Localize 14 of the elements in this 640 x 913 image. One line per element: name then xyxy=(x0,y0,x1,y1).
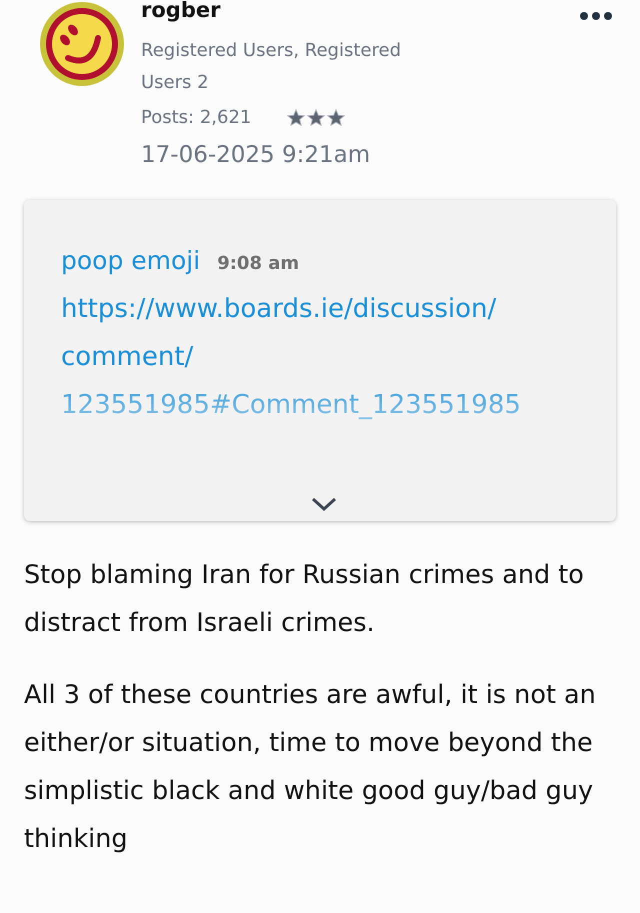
quote-author-link[interactable]: poop emoji xyxy=(61,246,200,275)
post-date[interactable]: 17-06-2025 9:21am xyxy=(141,142,559,168)
username[interactable]: rogber xyxy=(141,0,559,21)
post-paragraph: Stop blaming Iran for Russian crimes and to distract from Israeli crimes. xyxy=(24,559,585,640)
avatar-icon[interactable] xyxy=(40,2,124,86)
post-count: Posts: 2,621 xyxy=(141,107,252,128)
star-icon xyxy=(307,108,326,126)
star-icon xyxy=(287,108,306,126)
chevron-down-icon[interactable] xyxy=(310,497,336,511)
star-icon xyxy=(327,108,346,126)
post-paragraph: All 3 of these countries are awful, it is not an either/or situation, time to move beyond the simplistic black and white good guy/bad guy thinking xyxy=(24,679,597,856)
user-roles: Registered Users, Registered Users 2 xyxy=(141,39,402,95)
quote-time: 9:08 am xyxy=(217,253,300,274)
quoted-link[interactable]: https://www.boards.ie/discussion/comment/123551985#Comment_123551985 xyxy=(61,285,591,429)
